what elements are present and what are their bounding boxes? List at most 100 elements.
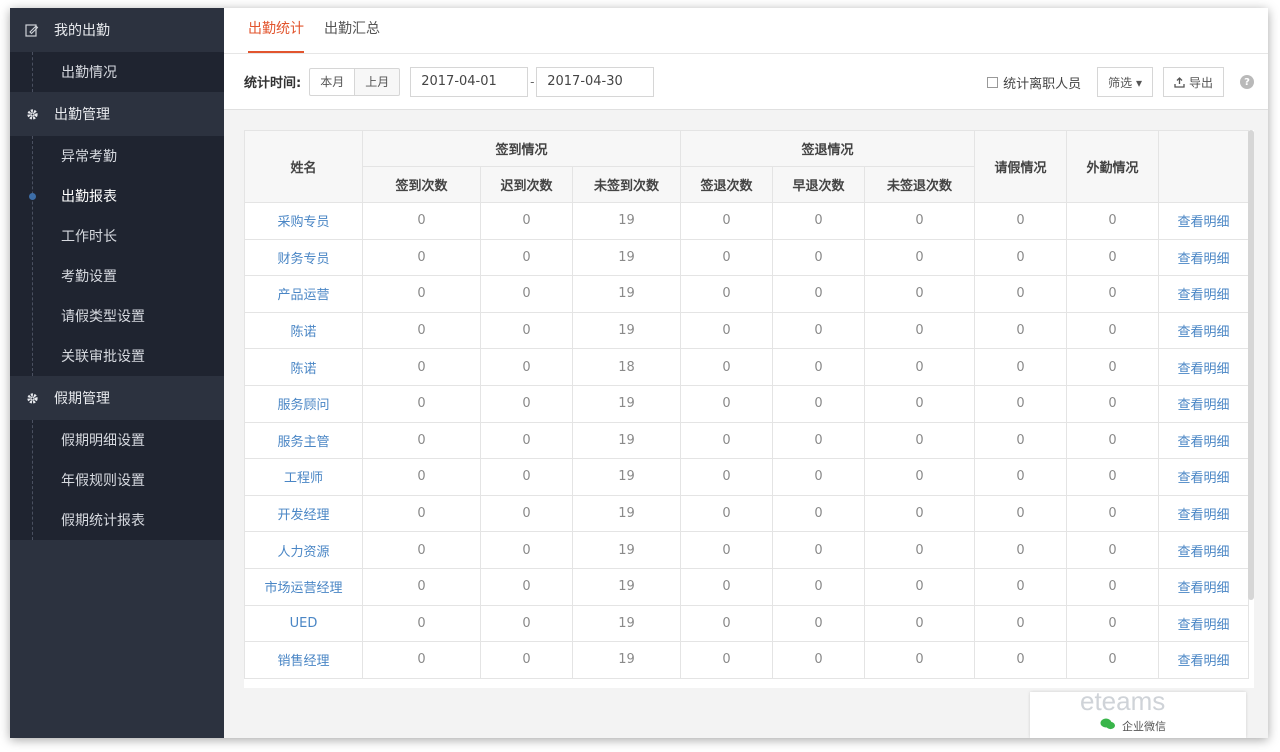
sidebar-item[interactable]: 关联审批设置 — [10, 336, 224, 376]
header-no-signout-count: 未签退次数 — [864, 166, 975, 203]
bullet-icon — [29, 517, 36, 524]
start-date-input[interactable]: 2017-04-01 — [410, 66, 529, 97]
sidebar-group-1[interactable]: 出勤管理 — [10, 92, 224, 136]
employee-name-link[interactable]: 财务专员 — [244, 238, 363, 277]
view-detail-link[interactable]: 查看明细 — [1158, 494, 1249, 533]
table-cell: 0 — [1066, 275, 1159, 313]
header-signout-count: 签退次数 — [680, 166, 773, 203]
table-cell: 19 — [572, 531, 681, 569]
include-left-label: 统计离职人员 — [1003, 76, 1082, 92]
table-row: 采购专员 0 0 19 0 0 0 0 0 查看明细 — [244, 202, 1249, 240]
sidebar-group-2[interactable]: 假期管理 — [10, 376, 224, 420]
header-actions — [1158, 130, 1249, 203]
employee-name-link[interactable]: 产品运营 — [244, 275, 363, 313]
view-detail-link[interactable]: 查看明细 — [1158, 348, 1249, 386]
edit-icon — [10, 23, 54, 37]
table-cell: 0 — [864, 421, 975, 460]
table-cell: 0 — [1066, 494, 1159, 533]
table-row: 财务专员 0 0 19 0 0 0 0 0 查看明细 — [244, 238, 1249, 277]
table-cell: 0 — [974, 311, 1067, 350]
export-button[interactable]: 导出 — [1162, 67, 1224, 97]
table-cell: 0 — [480, 384, 573, 423]
table-cell: 0 — [974, 348, 1067, 386]
table-cell: 19 — [572, 567, 681, 606]
header-early-leave-count: 早退次数 — [772, 166, 865, 203]
table-cell: 0 — [772, 641, 865, 679]
employee-name-link[interactable]: 服务顾问 — [244, 384, 363, 423]
table-cell: 0 — [772, 238, 865, 277]
end-date-input[interactable]: 2017-04-30 — [536, 66, 655, 97]
sidebar-item-label: 考勤设置 — [61, 269, 117, 285]
sidebar-item[interactable]: 异常考勤 — [10, 136, 224, 176]
employee-name-link[interactable]: 开发经理 — [244, 494, 363, 533]
table-cell: 0 — [480, 421, 573, 460]
table-cell: 0 — [362, 238, 481, 277]
bullet-icon — [29, 233, 36, 240]
table-cell: 0 — [362, 348, 481, 386]
table-cell: 0 — [772, 531, 865, 569]
vertical-scrollbar[interactable] — [1248, 130, 1254, 600]
table-cell: 0 — [680, 567, 773, 606]
date-separator: - — [530, 74, 535, 89]
sidebar-item-label: 假期明细设置 — [61, 433, 145, 449]
sidebar-item-label: 出勤报表 — [61, 189, 117, 205]
employee-name-link[interactable]: 工程师 — [244, 458, 363, 496]
view-detail-link[interactable]: 查看明细 — [1158, 384, 1249, 423]
table-cell: 0 — [480, 458, 573, 496]
tab-attendance-stats[interactable]: 出勤统计 — [248, 18, 304, 53]
employee-name-link[interactable]: 人力资源 — [244, 531, 363, 569]
table-row: 产品运营 0 0 19 0 0 0 0 0 查看明细 — [244, 275, 1249, 313]
table-cell: 19 — [572, 421, 681, 460]
employee-name-link[interactable]: 采购专员 — [244, 202, 363, 240]
employee-name-link[interactable]: UED — [244, 604, 363, 643]
last-month-button[interactable]: 上月 — [355, 67, 401, 96]
sidebar-item-label: 请假类型设置 — [61, 309, 145, 325]
this-month-button[interactable]: 本月 — [309, 67, 356, 96]
sidebar-group-label: 出勤管理 — [54, 107, 110, 123]
sidebar: 我的出勤 出勤情况出勤管理异常考勤出勤报表工作时长考勤设置请假类型设置关联审批设置… — [10, 8, 224, 738]
view-detail-link[interactable]: 查看明细 — [1158, 238, 1249, 277]
sidebar-item[interactable]: 假期统计报表 — [10, 500, 224, 540]
employee-name-link[interactable]: 服务主管 — [244, 421, 363, 460]
sidebar-item[interactable]: 年假规则设置 — [10, 460, 224, 500]
table-cell: 0 — [362, 604, 481, 643]
employee-name-link[interactable]: 陈诺 — [244, 311, 363, 350]
sidebar-item[interactable]: 出勤报表 — [10, 176, 224, 216]
sidebar-item[interactable]: 假期明细设置 — [10, 420, 224, 460]
view-detail-link[interactable]: 查看明细 — [1158, 567, 1249, 606]
filter-button[interactable]: 筛选 ▾ — [1097, 67, 1153, 97]
view-detail-link[interactable]: 查看明细 — [1158, 604, 1249, 643]
table-cell: 19 — [572, 275, 681, 313]
tab-attendance-summary[interactable]: 出勤汇总 — [324, 18, 380, 53]
view-detail-link[interactable]: 查看明细 — [1158, 641, 1249, 679]
table-cell: 0 — [680, 494, 773, 533]
sidebar-group-0[interactable]: 我的出勤 — [10, 8, 224, 52]
table-cell: 0 — [362, 421, 481, 460]
table-cell: 0 — [362, 202, 481, 240]
view-detail-link[interactable]: 查看明细 — [1158, 421, 1249, 460]
view-detail-link[interactable]: 查看明细 — [1158, 311, 1249, 350]
view-detail-link[interactable]: 查看明细 — [1158, 531, 1249, 569]
checkbox-box[interactable] — [987, 76, 999, 88]
table-cell: 0 — [1066, 311, 1159, 350]
table-cell: 0 — [864, 311, 975, 350]
sidebar-item[interactable]: 考勤设置 — [10, 256, 224, 296]
employee-name-link[interactable]: 市场运营经理 — [244, 567, 363, 606]
sidebar-item[interactable]: 出勤情况 — [10, 52, 224, 92]
include-left-checkbox[interactable]: 统计离职人员 — [987, 73, 1081, 92]
view-detail-link[interactable]: 查看明细 — [1158, 458, 1249, 496]
employee-name-link[interactable]: 陈诺 — [244, 348, 363, 386]
sidebar-item[interactable]: 工作时长 — [10, 216, 224, 256]
table-cell: 0 — [680, 202, 773, 240]
watermark: eteams 企业微信 — [1030, 686, 1246, 738]
table-cell: 0 — [480, 641, 573, 679]
help-icon[interactable]: ? — [1240, 75, 1254, 89]
view-detail-link[interactable]: 查看明细 — [1158, 202, 1249, 240]
employee-name-link[interactable]: 销售经理 — [244, 641, 363, 679]
table-cell: 0 — [1066, 348, 1159, 386]
view-detail-link[interactable]: 查看明细 — [1158, 275, 1249, 313]
sidebar-item[interactable]: 请假类型设置 — [10, 296, 224, 336]
table-cell: 0 — [362, 458, 481, 496]
table-row: 服务顾问 0 0 19 0 0 0 0 0 查看明细 — [244, 384, 1249, 423]
table-cell: 0 — [362, 531, 481, 569]
